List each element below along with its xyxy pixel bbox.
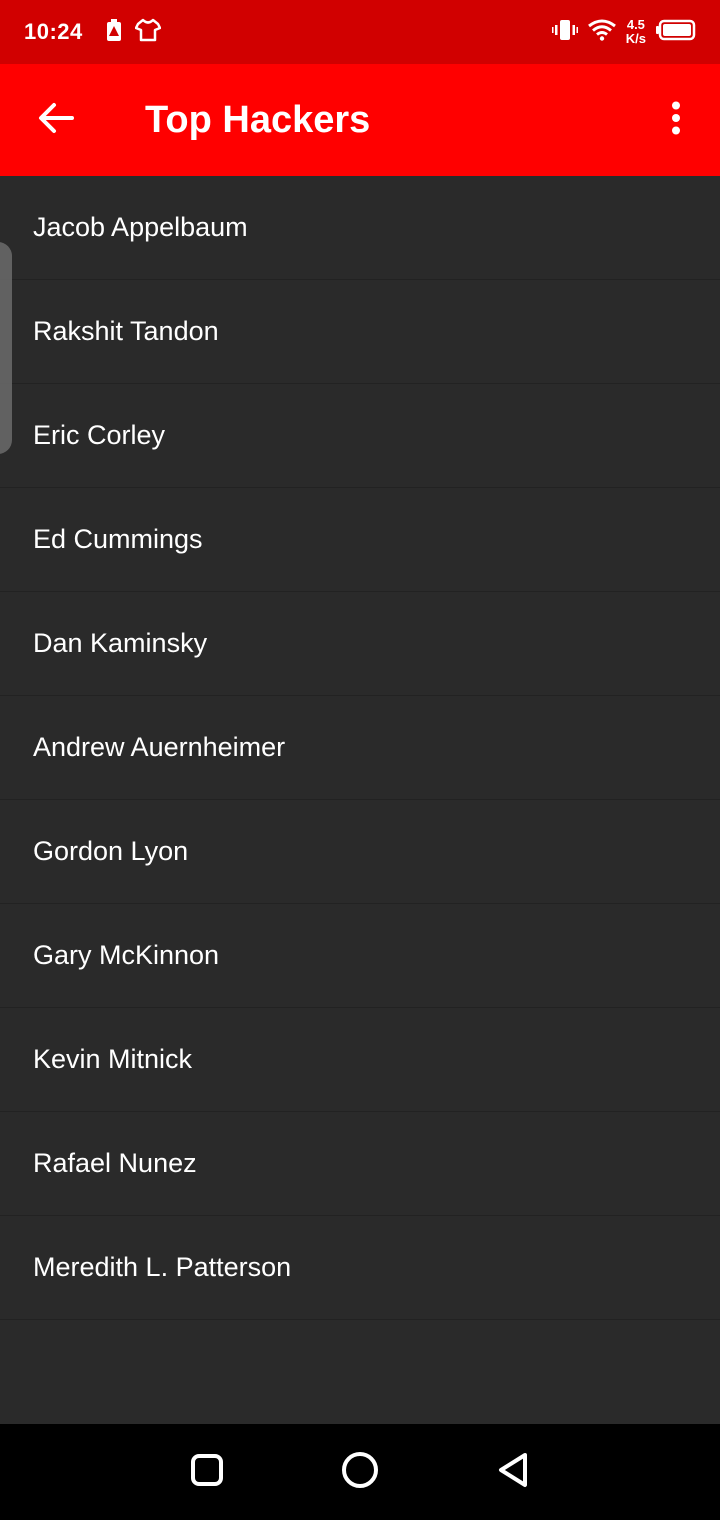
battery-alert-icon xyxy=(105,18,123,47)
list-item-label: Rafael Nunez xyxy=(33,1148,197,1178)
recents-button[interactable] xyxy=(177,1442,237,1502)
list-item-label: Andrew Auernheimer xyxy=(33,732,286,762)
list-item-label: Rakshit Tandon xyxy=(33,316,219,346)
network-speed: 4.5 K/s xyxy=(626,18,646,46)
list-item-label: Dan Kaminsky xyxy=(33,628,208,658)
screen: 10:24 4.5 K/s Top Hackers Jacob Appelbau… xyxy=(0,0,720,1520)
square-icon xyxy=(190,1453,224,1492)
list-item-label: Jacob Appelbaum xyxy=(33,212,248,242)
list-item[interactable]: Rakshit Tandon xyxy=(0,280,720,384)
network-speed-unit: K/s xyxy=(625,31,646,46)
list-item[interactable]: Dan Kaminsky xyxy=(0,592,720,696)
list-item-label: Eric Corley xyxy=(33,420,166,450)
list-item-label: Meredith L. Patterson xyxy=(33,1252,292,1282)
list-item[interactable]: Rafael Nunez xyxy=(0,1112,720,1216)
edge-panel-handle[interactable] xyxy=(0,242,12,454)
page-title: Top Hackers xyxy=(145,98,371,141)
back-nav-button[interactable] xyxy=(483,1442,543,1502)
list-item[interactable]: Meredith L. Patterson xyxy=(0,1216,720,1320)
list-item[interactable]: Eric Corley xyxy=(0,384,720,488)
network-speed-value: 4.5 xyxy=(626,17,645,32)
home-button[interactable] xyxy=(330,1442,390,1502)
hacker-list: Jacob Appelbaum Rakshit Tandon Eric Corl… xyxy=(0,176,720,1320)
arrow-back-icon xyxy=(38,102,74,139)
list-item[interactable]: Gordon Lyon xyxy=(0,800,720,904)
status-right-icons: 4.5 K/s xyxy=(551,18,696,47)
triangle-back-icon xyxy=(496,1451,530,1494)
back-button[interactable] xyxy=(0,64,112,176)
app-bar: Top Hackers xyxy=(0,64,720,176)
status-bar: 10:24 4.5 K/s xyxy=(0,0,720,64)
battery-icon xyxy=(656,19,696,46)
list-item[interactable]: Kevin Mitnick xyxy=(0,1008,720,1112)
list-item[interactable]: Andrew Auernheimer xyxy=(0,696,720,800)
status-left-icons xyxy=(105,18,162,47)
list-item-label: Ed Cummings xyxy=(33,524,203,554)
list-item-label: Gordon Lyon xyxy=(33,836,189,866)
list-item[interactable]: Jacob Appelbaum xyxy=(0,176,720,280)
more-options-button[interactable] xyxy=(632,64,720,176)
vibrate-icon xyxy=(551,18,578,47)
more-vert-icon xyxy=(671,101,681,140)
list-item-label: Kevin Mitnick xyxy=(33,1044,193,1074)
list-item[interactable]: Gary McKinnon xyxy=(0,904,720,1008)
status-time: 10:24 xyxy=(24,19,83,44)
circle-icon xyxy=(341,1451,379,1494)
wifi-icon xyxy=(587,19,616,46)
list-item[interactable]: Ed Cummings xyxy=(0,488,720,592)
list-item-label: Gary McKinnon xyxy=(33,940,220,970)
shirt-icon xyxy=(134,18,162,47)
navigation-bar xyxy=(0,1424,720,1520)
